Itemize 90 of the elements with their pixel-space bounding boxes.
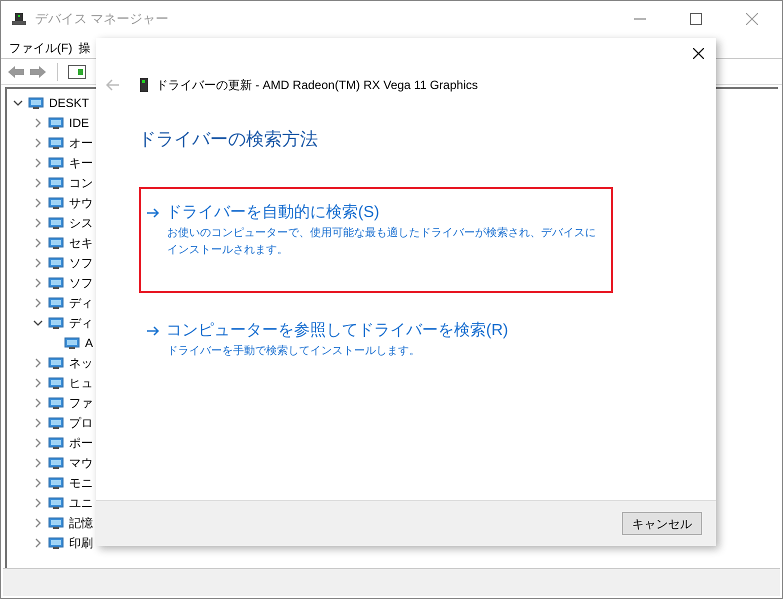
chevron-right-icon[interactable] (33, 378, 43, 388)
tree-item[interactable]: ディ (69, 294, 93, 312)
chevron-right-icon[interactable] (33, 238, 43, 248)
device-icon (48, 375, 64, 391)
close-icon[interactable] (693, 48, 704, 59)
device-icon (48, 275, 64, 291)
tree-item[interactable]: ポー (69, 434, 93, 452)
device-icon (48, 395, 64, 411)
chevron-right-icon[interactable] (33, 398, 43, 408)
device-icon (64, 335, 80, 351)
chevron-right-icon[interactable] (33, 418, 43, 428)
dialog-title: ドライバーの更新 - AMD Radeon(TM) RX Vega 11 Graphics (156, 77, 478, 94)
chevron-right-icon[interactable] (33, 118, 43, 128)
back-arrow-icon[interactable] (106, 79, 120, 91)
chevron-right-icon[interactable] (33, 138, 43, 148)
tree-item[interactable]: ファ (69, 394, 93, 412)
device-icon (48, 175, 64, 191)
device-icon (48, 495, 64, 511)
tree-item[interactable]: サウ (69, 194, 93, 212)
tree-item[interactable]: モニ (69, 474, 93, 492)
tree-item[interactable]: IDE (69, 114, 90, 132)
chevron-right-icon[interactable] (33, 258, 43, 268)
device-icon (48, 315, 64, 331)
device-icon (48, 535, 64, 551)
forward-arrow-icon[interactable] (29, 64, 47, 78)
device-icon (48, 455, 64, 471)
device-icon (48, 515, 64, 531)
maximize-icon[interactable] (690, 13, 702, 25)
tree-item[interactable]: ネッ (69, 354, 93, 372)
chevron-down-icon[interactable] (33, 318, 43, 328)
chevron-right-icon[interactable] (33, 218, 43, 228)
chevron-right-icon[interactable] (33, 298, 43, 308)
chevron-right-icon[interactable] (33, 178, 43, 188)
tree-item[interactable]: ユニ (69, 494, 93, 512)
tree-item[interactable]: マウ (69, 454, 93, 472)
device-icon (48, 355, 64, 371)
device-icon (48, 475, 64, 491)
device-icon (48, 415, 64, 431)
chevron-right-icon[interactable] (33, 158, 43, 168)
tree-item[interactable]: ソフ (69, 274, 93, 292)
tree-item[interactable]: キー (69, 154, 93, 172)
tree-item[interactable]: ソフ (69, 254, 93, 272)
device-icon (48, 235, 64, 251)
device-icon (28, 95, 44, 111)
cancel-button[interactable]: キャンセル (622, 512, 702, 535)
option-description: お使いのコンピューターで、使用可能な最も適したドライバーが検索され、デバイスにインストールされます。 (167, 226, 597, 258)
menu-item[interactable]: 操 (78, 38, 90, 56)
tree-item[interactable]: プロ (69, 414, 93, 432)
chevron-right-icon[interactable] (33, 478, 43, 488)
option-title: ドライバーを自動的に検索(S) (166, 202, 380, 223)
chevron-right-icon[interactable] (33, 498, 43, 508)
window-title: デバイス マネージャー (35, 10, 169, 28)
tree-item[interactable]: 印刷 (69, 534, 93, 552)
tree-item[interactable]: コン (69, 174, 93, 192)
device-icon (48, 115, 64, 131)
option-title: コンピューターを参照してドライバーを検索(R) (166, 320, 508, 341)
tree-item[interactable]: オー (69, 134, 93, 152)
arrow-right-icon (146, 207, 160, 219)
device-icon (48, 255, 64, 271)
chevron-right-icon[interactable] (33, 278, 43, 288)
arrow-right-icon (146, 325, 160, 337)
menu-item[interactable]: ファイル(F) (9, 38, 72, 56)
chevron-right-icon[interactable] (33, 358, 43, 368)
chevron-right-icon[interactable] (33, 458, 43, 468)
device-icon (48, 195, 64, 211)
tree-item[interactable]: DESKT (49, 94, 90, 112)
option-description: ドライバーを手動で検索してインストールします。 (167, 344, 421, 359)
device-icon (48, 155, 64, 171)
device-icon (48, 435, 64, 451)
search-option[interactable]: ドライバーを自動的に検索(S) お使いのコンピューターで、使用可能な最も適したドライバーが検索され、デバイスにインストールされます。 (139, 187, 613, 293)
dialog-heading: ドライバーの検索方法 (138, 128, 318, 151)
chevron-right-icon[interactable] (33, 538, 43, 548)
device-manager-icon (11, 11, 27, 27)
chevron-right-icon[interactable] (33, 438, 43, 448)
device-icon (48, 295, 64, 311)
tree-item[interactable]: セキ (69, 234, 93, 252)
back-arrow-icon[interactable] (7, 64, 25, 78)
search-option[interactable]: コンピューターを参照してドライバーを検索(R) ドライバーを手動で検索してインストールします。 (139, 307, 613, 372)
device-icon (140, 78, 148, 92)
tree-item[interactable]: 記憶 (69, 514, 93, 532)
device-icon (48, 135, 64, 151)
chevron-right-icon[interactable] (33, 518, 43, 528)
tree-item[interactable]: A (85, 334, 94, 352)
chevron-down-icon[interactable] (13, 98, 23, 108)
tree-item[interactable]: シス (69, 214, 93, 232)
chevron-right-icon[interactable] (33, 198, 43, 208)
device-icon (48, 215, 64, 231)
tree-item[interactable]: ヒュ (69, 374, 93, 392)
properties-icon[interactable] (68, 64, 86, 80)
tree-item[interactable]: ディ (69, 314, 93, 332)
